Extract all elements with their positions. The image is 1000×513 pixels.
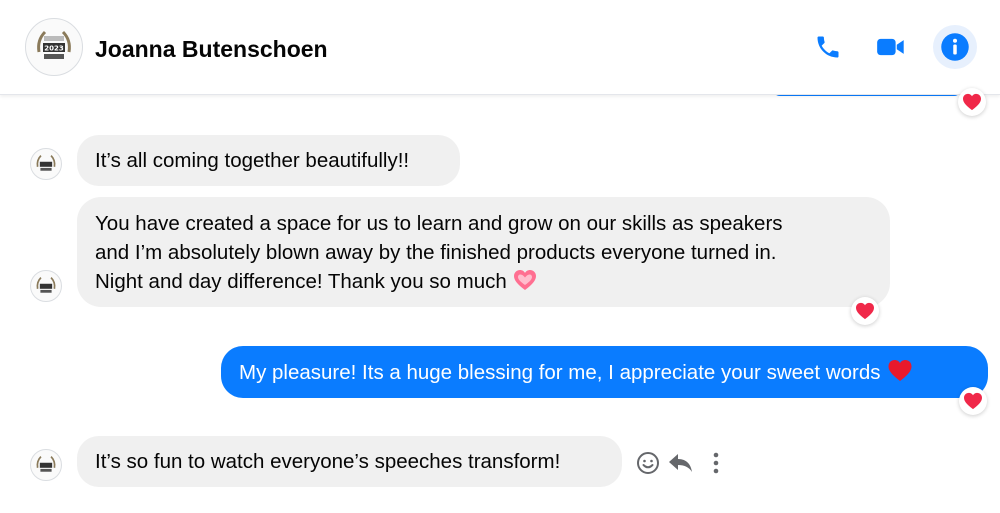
award-badge-icon — [36, 456, 56, 472]
message-text: It’s so fun to watch everyone’s speeches… — [95, 450, 561, 473]
contact-message-avatar[interactable] — [30, 449, 62, 481]
contact-avatar[interactable]: 2023 — [25, 18, 83, 76]
message-reaction[interactable] — [851, 297, 879, 325]
smiley-face-icon — [637, 452, 659, 474]
audio-call-button[interactable] — [806, 25, 850, 69]
contact-message-avatar[interactable] — [30, 148, 62, 180]
message-text-line: You have created a space for us to learn… — [95, 212, 783, 235]
red-heart-icon — [963, 93, 981, 111]
contact-name[interactable]: Joanna Butenschoen — [95, 36, 328, 63]
red-heart-icon — [964, 392, 982, 410]
message-text: My pleasure! Its a huge blessing for me,… — [239, 361, 881, 384]
vertical-ellipsis-icon — [713, 452, 719, 474]
red-heart-emoji-icon — [887, 359, 913, 390]
message-text-line: Night and day difference! Thank you so m… — [95, 267, 872, 299]
more-options-button[interactable] — [703, 450, 729, 476]
incoming-message-bubble[interactable]: It’s so fun to watch everyone’s speeches… — [77, 436, 622, 487]
react-button[interactable] — [635, 450, 661, 476]
phone-icon — [817, 36, 839, 58]
reply-arrow-icon — [669, 454, 692, 472]
incoming-message-bubble[interactable]: It’s all coming together beautifully!! — [77, 135, 460, 186]
message-reaction[interactable] — [959, 387, 987, 415]
message-text: It’s all coming together beautifully!! — [95, 149, 410, 172]
video-call-button[interactable] — [869, 25, 913, 69]
sparkling-heart-emoji-icon — [513, 269, 537, 299]
award-badge-icon — [36, 155, 56, 171]
conversation-info-button[interactable] — [933, 25, 977, 69]
video-camera-icon — [877, 38, 904, 56]
outgoing-message-bubble[interactable]: My pleasure! Its a huge blessing for me,… — [221, 346, 988, 398]
message-text-line: and I’m absolutely blown away by the fin… — [95, 241, 777, 264]
svg-text:2023: 2023 — [44, 45, 64, 53]
previous-message-reaction[interactable] — [958, 88, 986, 116]
award-badge-icon — [36, 277, 56, 293]
info-icon — [941, 33, 969, 61]
incoming-message-bubble[interactable]: You have created a space for us to learn… — [77, 197, 890, 307]
reply-button[interactable] — [668, 450, 694, 476]
message-text: Night and day difference! Thank you so m… — [95, 270, 507, 293]
conversation-header: 2023 Joanna Butenschoen — [0, 0, 1000, 95]
award-badge-icon: 2023 — [37, 30, 71, 59]
red-heart-icon — [856, 302, 874, 320]
contact-message-avatar[interactable] — [30, 270, 62, 302]
